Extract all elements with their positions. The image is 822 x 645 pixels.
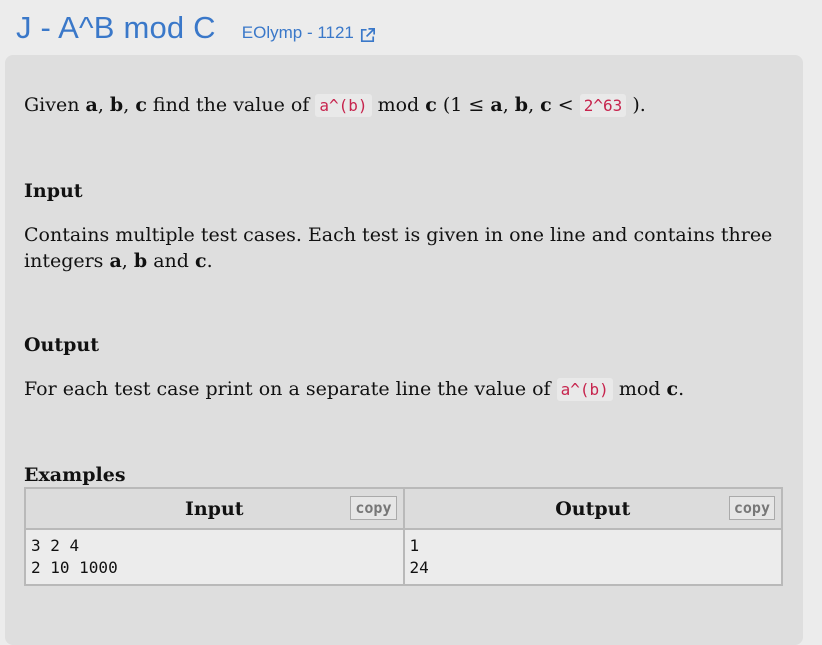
example-input-column: Input copy 3 2 4 2 10 1000 (26, 489, 403, 584)
copy-input-button[interactable]: copy (350, 496, 397, 520)
source-link-label: EOlymp - 1121 (241, 23, 354, 42)
output-paragraph: For each test case print on a separate l… (24, 378, 685, 401)
inline-code: a^(b) (556, 378, 613, 401)
input-heading: Input (24, 180, 83, 202)
external-link-icon (360, 27, 375, 42)
statement-paragraph: Given a, b, c find the value of a^(b) mo… (24, 94, 646, 117)
example-input-header: Input copy (26, 489, 403, 530)
examples-heading: Examples (24, 464, 126, 486)
copy-output-button[interactable]: copy (728, 496, 775, 520)
problem-title: J - A^B mod C (16, 10, 216, 45)
page-header: J - A^B mod C EOlymp - 1121 (16, 10, 377, 46)
example-output-header: Output copy (404, 489, 781, 530)
inline-code: 2^63 (579, 94, 627, 117)
problem-card: Given a, b, c find the value of a^(b) mo… (5, 55, 803, 645)
output-heading: Output (24, 334, 100, 356)
source-link[interactable]: EOlymp - 1121 (242, 23, 377, 43)
examples-table: Input copy 3 2 4 2 10 1000 Output copy 1… (24, 487, 783, 586)
inline-code: a^(b) (315, 94, 372, 117)
example-output-text[interactable]: 1 24 (404, 530, 781, 584)
example-input-text[interactable]: 3 2 4 2 10 1000 (26, 530, 403, 584)
example-output-column: Output copy 1 24 (402, 489, 781, 584)
input-paragraph: Contains multiple test cases. Each test … (24, 224, 773, 272)
